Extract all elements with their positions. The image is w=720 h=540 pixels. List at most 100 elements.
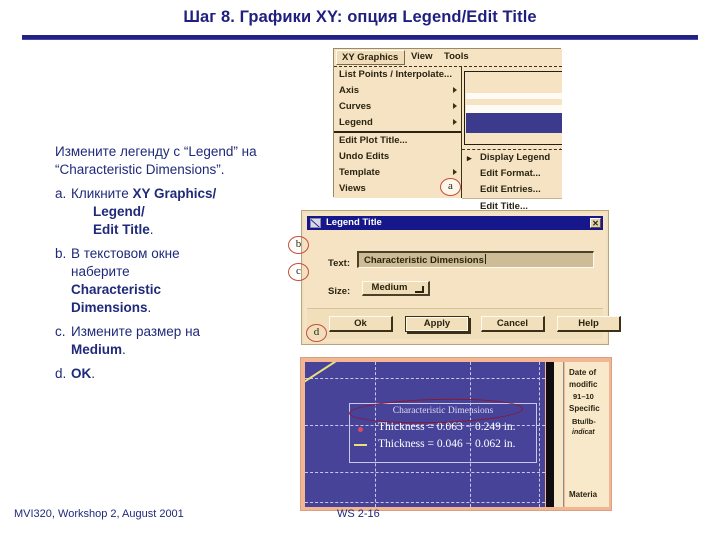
menu-item-label: Undo Edits: [339, 151, 390, 162]
instruction-step-a: a. Кликните XY Graphics/ Legend/ Edit Ti…: [55, 185, 290, 239]
menubar-item-xy-graphics[interactable]: XY Graphics: [336, 50, 406, 65]
legend-entry: Thickness = 0.063 − 0.249 in.: [356, 421, 534, 438]
chart-right-black-bar: [546, 362, 554, 507]
submenu-item-edit-format[interactable]: Edit Format...: [462, 166, 562, 182]
side-panel-line: Btu/lb-: [572, 417, 596, 426]
menu-bar: XY Graphics View Tools: [334, 49, 562, 67]
step-letter-c: c.: [55, 324, 66, 339]
side-panel-line: Materia: [569, 490, 598, 499]
menu-item-label: Legend: [339, 117, 373, 128]
title-divider-thin: [22, 39, 698, 40]
xy-graphics-dropdown: List Points / Interpolate... Axis Curves…: [334, 67, 462, 198]
instruction-step-d: d. OK.: [55, 365, 290, 383]
footer-left-text: MVI320, Workshop 2, August 2001: [14, 508, 184, 520]
step-b-text-1: В текстовом окне: [71, 246, 180, 261]
plot-preview-box: [464, 71, 562, 145]
legend-entry-label: Thickness = 0.046 − 0.062 in.: [378, 438, 516, 450]
menu-item-edit-plot-title[interactable]: Edit Plot Title...: [334, 133, 461, 149]
step-a-bold-2: Legend/: [93, 204, 145, 219]
step-d-bold: OK: [71, 366, 92, 381]
step-body-a: Кликните XY Graphics/ Legend/ Edit Title…: [71, 185, 290, 239]
menu-item-curves[interactable]: Curves: [334, 99, 461, 115]
page-title: Шаг 8. Графики XY: опция Legend/Edit Tit…: [183, 8, 537, 26]
callout-marker-b: b: [288, 236, 309, 254]
submenu-item-edit-entries[interactable]: Edit Entries...: [462, 182, 562, 198]
size-value: Medium: [371, 282, 408, 293]
chevron-right-icon: [453, 169, 457, 175]
help-button[interactable]: Help: [557, 316, 621, 332]
side-panel-line: modific: [569, 380, 598, 389]
step-letter-d: d.: [55, 366, 67, 381]
menu-item-legend[interactable]: Legend: [334, 115, 461, 133]
side-panel-line: Specific: [569, 404, 600, 413]
submenu-item-display-legend[interactable]: ▸ Display Legend: [462, 150, 562, 166]
menu-item-list-points[interactable]: List Points / Interpolate...: [334, 67, 461, 83]
size-dropdown[interactable]: Medium: [362, 281, 430, 296]
menu-item-label: Edit Plot Title...: [339, 135, 408, 146]
menu-item-label: List Points / Interpolate...: [339, 69, 452, 80]
text-field-label: Text:: [328, 258, 350, 269]
menubar-item-view[interactable]: View: [411, 51, 432, 62]
step-body-c: Измените размер на Medium.: [71, 323, 290, 359]
gridline-vertical: [539, 362, 540, 507]
instruction-step-b: b. В текстовом окне наберите Characteris…: [55, 245, 290, 317]
step-letter-b: b.: [55, 246, 67, 261]
step-body-b: В текстовом окне наберите Characteristic…: [71, 245, 290, 317]
legend-text-input[interactable]: Characteristic Dimensions: [357, 251, 594, 268]
chart-preview-screenshot: Characteristic Dimensions Thickness = 0.…: [300, 357, 612, 511]
callout-marker-a: a: [440, 178, 461, 196]
gridline-horizontal: [305, 378, 545, 379]
ok-button[interactable]: Ok: [329, 316, 393, 332]
instruction-step-c: c. Измените размер на Medium.: [55, 323, 290, 359]
step-letter-a: a.: [55, 186, 67, 201]
cancel-button[interactable]: Cancel: [481, 316, 545, 332]
menubar-item-tools[interactable]: Tools: [444, 51, 469, 62]
menu-item-label: Axis: [339, 85, 360, 96]
text-caret: [484, 254, 486, 264]
submenu-item-label: Display Legend: [480, 152, 551, 163]
legend-marker-dot-icon: [358, 427, 363, 432]
size-field-label: Size:: [328, 286, 351, 297]
window-icon: [310, 218, 321, 228]
step-c-bold: Medium: [71, 342, 123, 357]
check-icon: ▸: [467, 153, 472, 163]
gridline-horizontal: [305, 502, 545, 503]
plot-preview-strip: [462, 67, 562, 148]
legend-text-value: Characteristic Dimensions: [364, 255, 484, 266]
plot-area: Characteristic Dimensions Thickness = 0.…: [305, 362, 545, 507]
step-body-d: OK.: [71, 365, 290, 383]
side-panel-line: Date of: [569, 368, 597, 377]
chevron-right-icon: [453, 103, 457, 109]
step-b-tail: .: [147, 300, 152, 315]
chevron-right-icon: [453, 87, 457, 93]
side-panel-line: indicat: [572, 429, 595, 436]
dialog-button-row: Ok Apply Cancel Help: [307, 308, 621, 339]
footer-slide-number: WS 2-16: [337, 508, 380, 520]
menu-item-undo-edits[interactable]: Undo Edits: [334, 149, 461, 165]
step-c-tail: .: [122, 342, 126, 357]
step-d-tail: .: [91, 366, 96, 381]
step-b-bold-1: Characteristic: [71, 282, 162, 297]
step-a-tail: .: [149, 222, 154, 237]
step-a-bold-3: Edit Title: [93, 222, 150, 237]
menu-item-label: Template: [339, 167, 381, 178]
chart-gap-strip: [554, 362, 564, 507]
preview-band-blue: [466, 113, 562, 133]
data-series-line-yellow: [305, 362, 366, 386]
menu-item-axis[interactable]: Axis: [334, 83, 461, 99]
preview-band-white-2: [466, 105, 562, 113]
chevron-down-icon: [415, 286, 424, 293]
close-icon[interactable]: ✕: [590, 218, 601, 228]
side-panel-line: 91–10: [573, 392, 594, 401]
menu-screenshot: XY Graphics View Tools List Points / Int…: [333, 48, 562, 212]
step-b-bold-2: Dimensions: [71, 300, 148, 315]
legend-submenu: ▸ Display Legend Edit Format... Edit Ent…: [462, 149, 562, 212]
submenu-item-label: Edit Format...: [480, 168, 541, 179]
menu-item-label: Views: [339, 183, 366, 194]
apply-button[interactable]: Apply: [405, 316, 469, 332]
menu-item-template[interactable]: Template: [334, 165, 461, 181]
dialog-title: Legend Title: [326, 217, 382, 228]
callout-marker-c: c: [288, 263, 309, 281]
step-a-bold-1: XY Graphics/: [132, 186, 217, 201]
chevron-right-icon: [453, 119, 457, 125]
